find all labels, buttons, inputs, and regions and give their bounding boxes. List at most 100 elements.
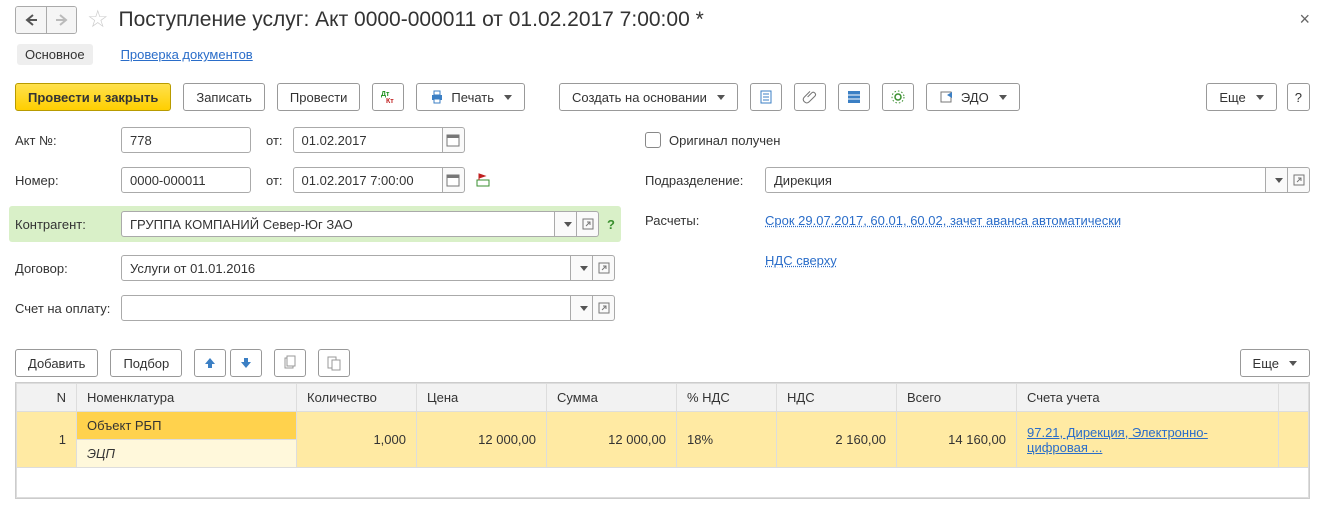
copy-row-button[interactable] — [274, 349, 306, 377]
flag-icon[interactable] — [475, 172, 491, 188]
cell-vat-pct[interactable]: 18% — [677, 412, 777, 468]
act-no-label: Акт №: — [15, 133, 121, 148]
col-nomenclature[interactable]: Номенклатура — [77, 384, 297, 412]
col-qty[interactable]: Количество — [297, 384, 417, 412]
move-down-button[interactable] — [230, 349, 262, 377]
col-total[interactable]: Всего — [897, 384, 1017, 412]
cell-total[interactable]: 14 160,00 — [897, 412, 1017, 468]
open-icon — [598, 302, 610, 314]
page-title: Поступление услуг: Акт 0000-000011 от 01… — [119, 8, 704, 32]
settlements-link[interactable]: Срок 29.07.2017, 60.01, 60.02, зачет ава… — [765, 213, 1121, 228]
number-input[interactable]: 0000-000011 — [121, 167, 251, 193]
contract-dropdown-button[interactable] — [571, 255, 593, 281]
chevron-down-icon — [717, 95, 725, 100]
favorite-star-icon[interactable]: ☆ — [87, 5, 109, 34]
dept-label: Подразделение: — [645, 173, 765, 188]
calendar-button-2[interactable] — [443, 167, 465, 193]
nav-back-forward — [15, 6, 77, 34]
number-label: Номер: — [15, 173, 121, 188]
original-received-label: Оригинал получен — [669, 133, 780, 148]
open-icon — [1293, 174, 1305, 186]
col-sum[interactable]: Сумма — [547, 384, 677, 412]
paste-row-button[interactable] — [318, 349, 350, 377]
accounts-link[interactable]: 97.21, Дирекция, Электронно-цифровая ... — [1027, 425, 1208, 455]
move-up-button[interactable] — [194, 349, 226, 377]
chevron-down-icon — [580, 306, 588, 311]
more-button[interactable]: Еще — [1206, 83, 1276, 111]
invoice-label: Счет на оплату: — [15, 301, 121, 316]
col-price[interactable]: Цена — [417, 384, 547, 412]
forward-button[interactable] — [46, 7, 76, 33]
table-more-button[interactable]: Еще — [1240, 349, 1310, 377]
create-based-on-button[interactable]: Создать на основании — [559, 83, 738, 111]
calendar-icon — [445, 132, 461, 148]
col-blank — [1279, 384, 1309, 412]
chevron-down-icon — [580, 266, 588, 271]
calendar-icon — [445, 172, 461, 188]
gear-icon — [890, 89, 906, 105]
from-label: от: — [266, 133, 283, 148]
svg-text:Кт: Кт — [386, 98, 394, 105]
cell-vat[interactable]: 2 160,00 — [777, 412, 897, 468]
act-date-input[interactable]: 01.02.2017 — [293, 127, 443, 153]
vat-link[interactable]: НДС сверху — [765, 253, 837, 268]
grid-button[interactable] — [838, 83, 870, 111]
report-icon-button[interactable] — [750, 83, 782, 111]
contragent-label: Контрагент: — [15, 217, 121, 232]
act-no-input[interactable]: 778 — [121, 127, 251, 153]
original-received-checkbox[interactable] — [645, 132, 661, 148]
open-icon — [582, 218, 594, 230]
col-vat-pct[interactable]: % НДС — [677, 384, 777, 412]
dt-kt-button[interactable]: ДтКт — [372, 83, 404, 111]
select-rows-button[interactable]: Подбор — [110, 349, 182, 377]
edo-icon — [939, 89, 955, 105]
cell-accounts[interactable]: 97.21, Дирекция, Электронно-цифровая ... — [1017, 412, 1279, 468]
cell-qty[interactable]: 1,000 — [297, 412, 417, 468]
tab-main[interactable]: Основное — [17, 44, 93, 65]
col-accounts[interactable]: Счета учета — [1017, 384, 1279, 412]
contragent-dropdown-button[interactable] — [555, 211, 577, 237]
tab-check-documents[interactable]: Проверка документов — [113, 44, 261, 65]
contragent-open-button[interactable] — [577, 211, 599, 237]
contract-input[interactable]: Услуги от 01.01.2016 — [121, 255, 571, 281]
gear-button[interactable] — [882, 83, 914, 111]
print-button[interactable]: Печать — [416, 83, 525, 111]
add-row-button[interactable]: Добавить — [15, 349, 98, 377]
copy-icon — [282, 355, 298, 371]
document-icon — [758, 89, 774, 105]
save-button[interactable]: Записать — [183, 83, 265, 111]
help-button[interactable]: ? — [1287, 83, 1310, 111]
cell-price[interactable]: 12 000,00 — [417, 412, 547, 468]
col-n[interactable]: N — [17, 384, 77, 412]
printer-icon — [429, 89, 445, 105]
cell-sum[interactable]: 12 000,00 — [547, 412, 677, 468]
arrow-up-icon — [202, 355, 218, 371]
calendar-button[interactable] — [443, 127, 465, 153]
post-button[interactable]: Провести — [277, 83, 361, 111]
invoice-dropdown-button[interactable] — [571, 295, 593, 321]
chevron-down-icon — [1275, 178, 1283, 183]
table-row[interactable]: 1 Объект РБП 1,000 12 000,00 12 000,00 1… — [17, 412, 1309, 440]
contract-open-button[interactable] — [593, 255, 615, 281]
items-table: N Номенклатура Количество Цена Сумма % Н… — [15, 382, 1310, 499]
edo-button[interactable]: ЭДО — [926, 83, 1020, 111]
cell-nomenclature[interactable]: Объект РБП — [77, 412, 297, 440]
dept-input[interactable]: Дирекция — [765, 167, 1266, 193]
dept-open-button[interactable] — [1288, 167, 1310, 193]
cell-n[interactable]: 1 — [17, 412, 77, 468]
col-vat[interactable]: НДС — [777, 384, 897, 412]
invoice-open-button[interactable] — [593, 295, 615, 321]
help-contragent[interactable]: ? — [607, 217, 615, 232]
dept-dropdown-button[interactable] — [1266, 167, 1288, 193]
number-date-input[interactable]: 01.02.2017 7:00:00 — [293, 167, 443, 193]
post-and-close-button[interactable]: Провести и закрыть — [15, 83, 171, 111]
back-button[interactable] — [16, 7, 46, 33]
close-icon[interactable]: × — [1299, 9, 1310, 30]
paperclip-icon — [802, 89, 818, 105]
dt-kt-icon: ДтКт — [380, 89, 396, 105]
calc-label: Расчеты: — [645, 213, 765, 228]
contragent-input[interactable]: ГРУППА КОМПАНИЙ Север-Юг ЗАО — [121, 211, 555, 237]
invoice-input[interactable] — [121, 295, 571, 321]
cell-nomenclature-sub[interactable]: ЭЦП — [77, 440, 297, 468]
attach-button[interactable] — [794, 83, 826, 111]
